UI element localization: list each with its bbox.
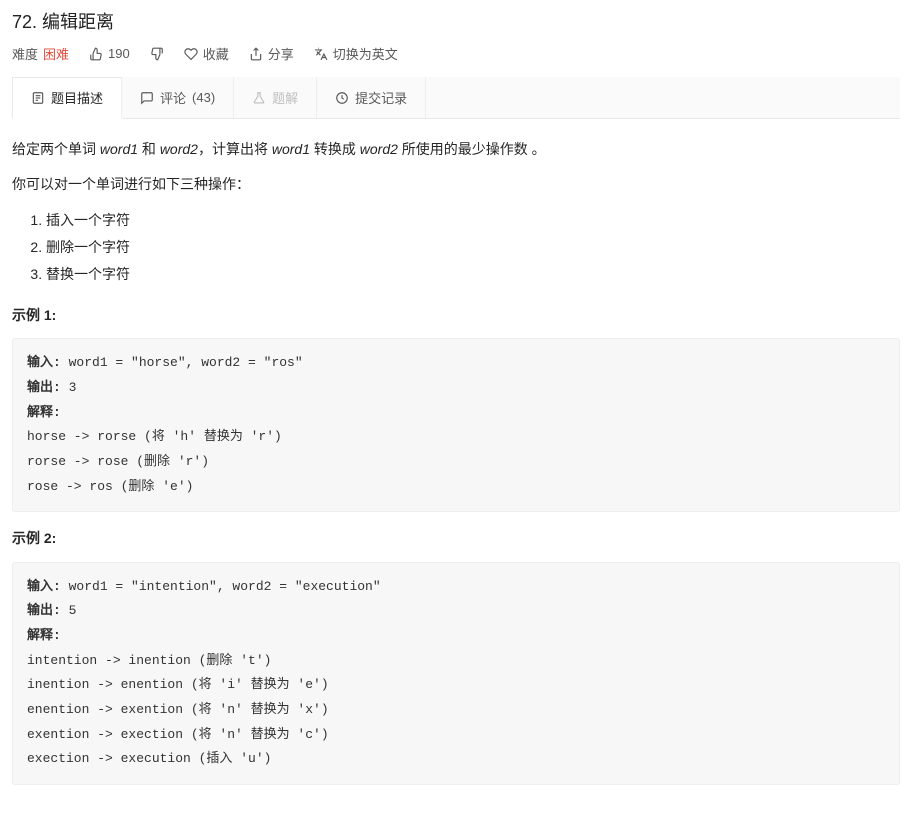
output-key: 输出:: [27, 603, 69, 618]
list-item: 删除一个字符: [46, 234, 900, 261]
text: ，计算出将: [198, 141, 272, 157]
translate-icon: [314, 47, 328, 61]
dislike-button[interactable]: [150, 47, 164, 61]
tab-description-label: 题目描述: [51, 88, 103, 107]
tab-solution[interactable]: 题解: [234, 77, 317, 118]
explain-key: 解释:: [27, 405, 69, 420]
example-2-block: 输入: word1 = "intention", word2 = "execut…: [12, 562, 900, 786]
word2-em: word2: [360, 141, 398, 157]
output-val: 5: [69, 603, 77, 618]
explain-key: 解释:: [27, 628, 69, 643]
problem-title: 72. 编辑距离: [12, 8, 900, 34]
difficulty-value: 困难: [43, 44, 69, 63]
operations-list: 插入一个字符 删除一个字符 替换一个字符: [46, 207, 900, 287]
thumbs-up-icon: [89, 47, 103, 61]
tab-comments[interactable]: 评论 (43): [122, 77, 234, 118]
list-item: 替换一个字符: [46, 261, 900, 288]
paragraph-1: 给定两个单词 word1 和 word2，计算出将 word1 转换成 word…: [12, 137, 900, 162]
share-label: 分享: [268, 44, 294, 63]
favorite-button[interactable]: 收藏: [184, 44, 229, 63]
tab-solution-label: 题解: [272, 88, 298, 107]
text: 转换成: [310, 141, 360, 157]
tab-description[interactable]: 题目描述: [12, 77, 122, 119]
tab-submissions[interactable]: 提交记录: [317, 77, 426, 118]
description-icon: [31, 91, 45, 105]
example-1-block: 输入: word1 = "horse", word2 = "ros" 输出: 3…: [12, 338, 900, 512]
tab-comments-label: 评论: [160, 88, 186, 107]
list-item: 插入一个字符: [46, 207, 900, 234]
input-key: 输入:: [27, 579, 69, 594]
input-key: 输入:: [27, 355, 69, 370]
switch-language-label: 切换为英文: [333, 44, 398, 63]
word2-em: word2: [160, 141, 198, 157]
tabs: 题目描述 评论 (43) 题解 提交记录: [12, 77, 900, 119]
difficulty-label: 难度: [12, 44, 38, 63]
heart-icon: [184, 47, 198, 61]
explain-line: inention -> enention (将 'i' 替换为 'e'): [27, 677, 329, 692]
explain-line: exection -> execution (插入 'u'): [27, 751, 271, 766]
word1-em: word1: [100, 141, 138, 157]
example-2-label: 示例 2:: [12, 526, 900, 551]
output-key: 输出:: [27, 380, 69, 395]
clock-icon: [335, 91, 349, 105]
like-count: 190: [108, 46, 130, 61]
tab-submissions-label: 提交记录: [355, 88, 407, 107]
share-button[interactable]: 分享: [249, 44, 294, 63]
meta-row: 难度 困难 190 收藏 分享 切换为英文: [12, 44, 900, 63]
explain-line: intention -> inention (删除 't'): [27, 653, 271, 668]
favorite-label: 收藏: [203, 44, 229, 63]
word1-em: word1: [272, 141, 310, 157]
difficulty: 难度 困难: [12, 44, 69, 63]
input-val: word1 = "horse", word2 = "ros": [69, 355, 303, 370]
explain-line: exention -> exection (将 'n' 替换为 'c'): [27, 727, 329, 742]
text: 和: [138, 141, 160, 157]
flask-icon: [252, 91, 266, 105]
switch-language-button[interactable]: 切换为英文: [314, 44, 398, 63]
explain-line: rose -> ros (删除 'e'): [27, 479, 193, 494]
text: 给定两个单词: [12, 141, 100, 157]
tab-comments-count: (43): [192, 90, 215, 105]
problem-content: 给定两个单词 word1 和 word2，计算出将 word1 转换成 word…: [12, 137, 900, 785]
explain-line: rorse -> rose (删除 'r'): [27, 454, 209, 469]
like-button[interactable]: 190: [89, 46, 130, 61]
output-val: 3: [69, 380, 77, 395]
input-val: word1 = "intention", word2 = "execution": [69, 579, 381, 594]
example-1-label: 示例 1:: [12, 303, 900, 328]
thumbs-down-icon: [150, 47, 164, 61]
explain-line: horse -> rorse (将 'h' 替换为 'r'): [27, 429, 282, 444]
explain-line: enention -> exention (将 'n' 替换为 'x'): [27, 702, 329, 717]
text: 所使用的最少操作数 。: [398, 141, 546, 157]
share-icon: [249, 47, 263, 61]
paragraph-2: 你可以对一个单词进行如下三种操作：: [12, 172, 900, 197]
comment-icon: [140, 91, 154, 105]
